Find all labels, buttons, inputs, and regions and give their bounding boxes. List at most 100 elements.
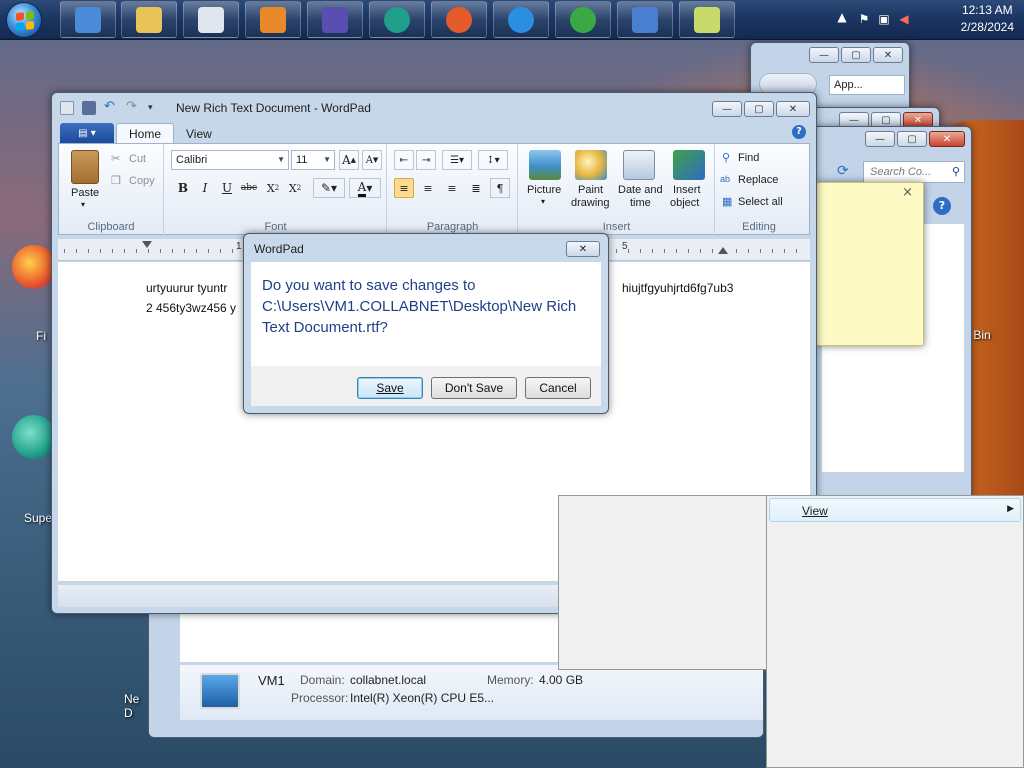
internet-explorer-icon bbox=[508, 6, 534, 33]
grow-font-button[interactable]: A ▲ bbox=[339, 150, 359, 170]
taskbar-button-media-player[interactable] bbox=[245, 1, 301, 38]
close-button[interactable]: ✕ bbox=[873, 47, 903, 63]
italic-button[interactable]: I bbox=[195, 178, 215, 198]
minimize-button[interactable]: — bbox=[865, 131, 895, 147]
help-icon[interactable]: ? bbox=[792, 125, 806, 139]
help-icon[interactable]: ? bbox=[933, 197, 951, 215]
chevron-down-icon: ▼ bbox=[323, 155, 331, 164]
find-button[interactable]: Find bbox=[738, 152, 759, 164]
taskbar-button-wordpad[interactable] bbox=[617, 1, 673, 38]
line-spacing-button[interactable]: ↕▾ bbox=[478, 150, 508, 170]
taskbar-button-explorer[interactable] bbox=[121, 1, 177, 38]
subscript-button[interactable]: X2 bbox=[263, 178, 283, 198]
bullets-button[interactable]: ☰▾ bbox=[442, 150, 472, 170]
align-center-button[interactable]: ≡ bbox=[418, 178, 438, 198]
dont-save-button[interactable]: Don't Save bbox=[431, 377, 517, 399]
font-size-select[interactable]: 11 ▼ bbox=[291, 150, 335, 170]
save-changes-dialog[interactable]: WordPad ✕ Do you want to save changes to… bbox=[243, 233, 609, 414]
taskbar-button-firefox[interactable] bbox=[431, 1, 487, 38]
close-button[interactable]: ✕ bbox=[776, 101, 810, 117]
search-input[interactable]: Search Co... ⚲ bbox=[863, 161, 965, 183]
cut-button[interactable]: Cut bbox=[129, 153, 146, 165]
sticky-note[interactable]: × bbox=[816, 182, 924, 346]
text-color-button[interactable]: A ▾ bbox=[349, 178, 381, 198]
action-center-flag-icon[interactable]: ⚑ bbox=[856, 12, 872, 28]
font-family-select[interactable]: Calibri ▼ bbox=[171, 150, 289, 170]
minimize-button[interactable]: — bbox=[712, 101, 742, 117]
volume-muted-icon[interactable]: ◀ bbox=[896, 12, 912, 28]
group-label: Editing bbox=[742, 221, 776, 233]
address-bar[interactable]: App... bbox=[829, 75, 905, 95]
maximize-button[interactable]: ▢ bbox=[744, 101, 774, 117]
minimize-button[interactable]: — bbox=[809, 47, 839, 63]
search-icon[interactable]: ⚲ bbox=[952, 162, 960, 182]
title-bar[interactable]: ↶ ↷ ▾ New Rich Text Document - WordPad bbox=[60, 98, 696, 118]
wordpad-icon bbox=[632, 6, 658, 33]
insert-object-icon[interactable] bbox=[673, 150, 705, 180]
customize-quick-access-icon[interactable]: ▾ bbox=[148, 101, 162, 115]
file-menu-button[interactable]: ▤ ▾ bbox=[60, 123, 114, 143]
explorer-icon bbox=[136, 6, 162, 33]
paint-drawing-icon[interactable] bbox=[575, 150, 607, 180]
highlight-color-button[interactable]: ✎▾ bbox=[313, 178, 345, 198]
decrease-indent-button[interactable]: ⇤ bbox=[394, 150, 414, 170]
start-button[interactable] bbox=[6, 2, 42, 38]
document-text-line1-end: hiujtfgyuhjrtd6fg7ub3 bbox=[622, 281, 734, 295]
ribbon: Paste ▾ ✂ Cut ❐ Copy Clipboard Calibri ▼ … bbox=[58, 143, 810, 236]
maximize-button[interactable]: ▢ bbox=[841, 47, 871, 63]
insert-object-label-line2[interactable]: object bbox=[670, 197, 699, 209]
maximize-button[interactable]: ▢ bbox=[897, 131, 927, 147]
copy-button[interactable]: Copy bbox=[129, 175, 155, 187]
picture-dropdown-icon[interactable]: ▾ bbox=[541, 197, 545, 206]
taskbar-button-windows-media-center[interactable] bbox=[555, 1, 611, 38]
paste-dropdown-icon[interactable]: ▾ bbox=[81, 200, 85, 209]
superscript-button[interactable]: X2 bbox=[285, 178, 305, 198]
justify-button[interactable]: ≣ bbox=[466, 178, 486, 198]
insert-object-label-line1[interactable]: Insert bbox=[673, 184, 701, 196]
paragraph-settings-button[interactable]: ¶ bbox=[490, 178, 510, 198]
close-button[interactable]: ✕ bbox=[929, 131, 965, 147]
date-time-label-line2[interactable]: time bbox=[630, 197, 651, 209]
wordpad-app-icon[interactable] bbox=[60, 101, 74, 115]
shrink-font-button[interactable]: A ▼ bbox=[362, 150, 382, 170]
taskbar-clock[interactable]: 12:13 AM 2/28/2024 bbox=[961, 2, 1014, 36]
paint-label-line2[interactable]: drawing bbox=[571, 197, 610, 209]
replace-button[interactable]: Replace bbox=[738, 174, 778, 186]
taskbar-button-teams[interactable] bbox=[369, 1, 425, 38]
date-time-label-line1[interactable]: Date and bbox=[618, 184, 663, 196]
calendar-clock-icon[interactable] bbox=[623, 150, 655, 180]
show-hidden-icons-icon[interactable]: ▲ bbox=[834, 10, 850, 26]
redo-icon[interactable]: ↷ bbox=[126, 100, 140, 115]
close-button[interactable]: ✕ bbox=[566, 241, 600, 257]
align-right-button[interactable]: ≡ bbox=[442, 178, 462, 198]
picture-icon[interactable] bbox=[529, 150, 561, 180]
paste-button[interactable]: Paste bbox=[71, 187, 99, 199]
save-button[interactable]: Save bbox=[357, 377, 423, 399]
right-indent-marker[interactable] bbox=[718, 247, 728, 254]
find-icon: ⚲ bbox=[722, 152, 731, 164]
picture-button[interactable]: Picture bbox=[527, 184, 561, 196]
taskbar-button-internet-explorer[interactable] bbox=[493, 1, 549, 38]
undo-icon[interactable]: ↶ bbox=[104, 100, 118, 115]
increase-indent-button[interactable]: ⇥ bbox=[416, 150, 436, 170]
tab-view[interactable]: View bbox=[174, 123, 224, 144]
taskbar-button-calculator[interactable] bbox=[183, 1, 239, 38]
menu-item-view[interactable]: View ▶ bbox=[769, 498, 1021, 522]
cancel-button[interactable]: Cancel bbox=[525, 377, 591, 399]
taskbar-button-visual-studio[interactable] bbox=[307, 1, 363, 38]
first-line-indent-marker[interactable] bbox=[142, 241, 152, 248]
paste-icon[interactable] bbox=[71, 150, 99, 184]
bold-button[interactable]: B bbox=[173, 178, 193, 198]
strikethrough-button[interactable]: abc bbox=[239, 178, 259, 198]
paint-label-line1[interactable]: Paint bbox=[578, 184, 603, 196]
refresh-icon[interactable]: ⟳ bbox=[837, 163, 857, 181]
taskbar-button-sticky-notes[interactable] bbox=[679, 1, 735, 38]
align-left-button[interactable]: ≡ bbox=[394, 178, 414, 198]
network-icon[interactable]: ▣ bbox=[876, 12, 892, 28]
save-icon[interactable] bbox=[82, 101, 96, 115]
close-icon[interactable]: × bbox=[902, 185, 913, 200]
taskbar-button-control-panel[interactable] bbox=[60, 1, 116, 38]
tab-home[interactable]: Home bbox=[116, 123, 175, 144]
select-all-button[interactable]: Select all bbox=[738, 196, 783, 208]
underline-button[interactable]: U bbox=[217, 178, 237, 198]
